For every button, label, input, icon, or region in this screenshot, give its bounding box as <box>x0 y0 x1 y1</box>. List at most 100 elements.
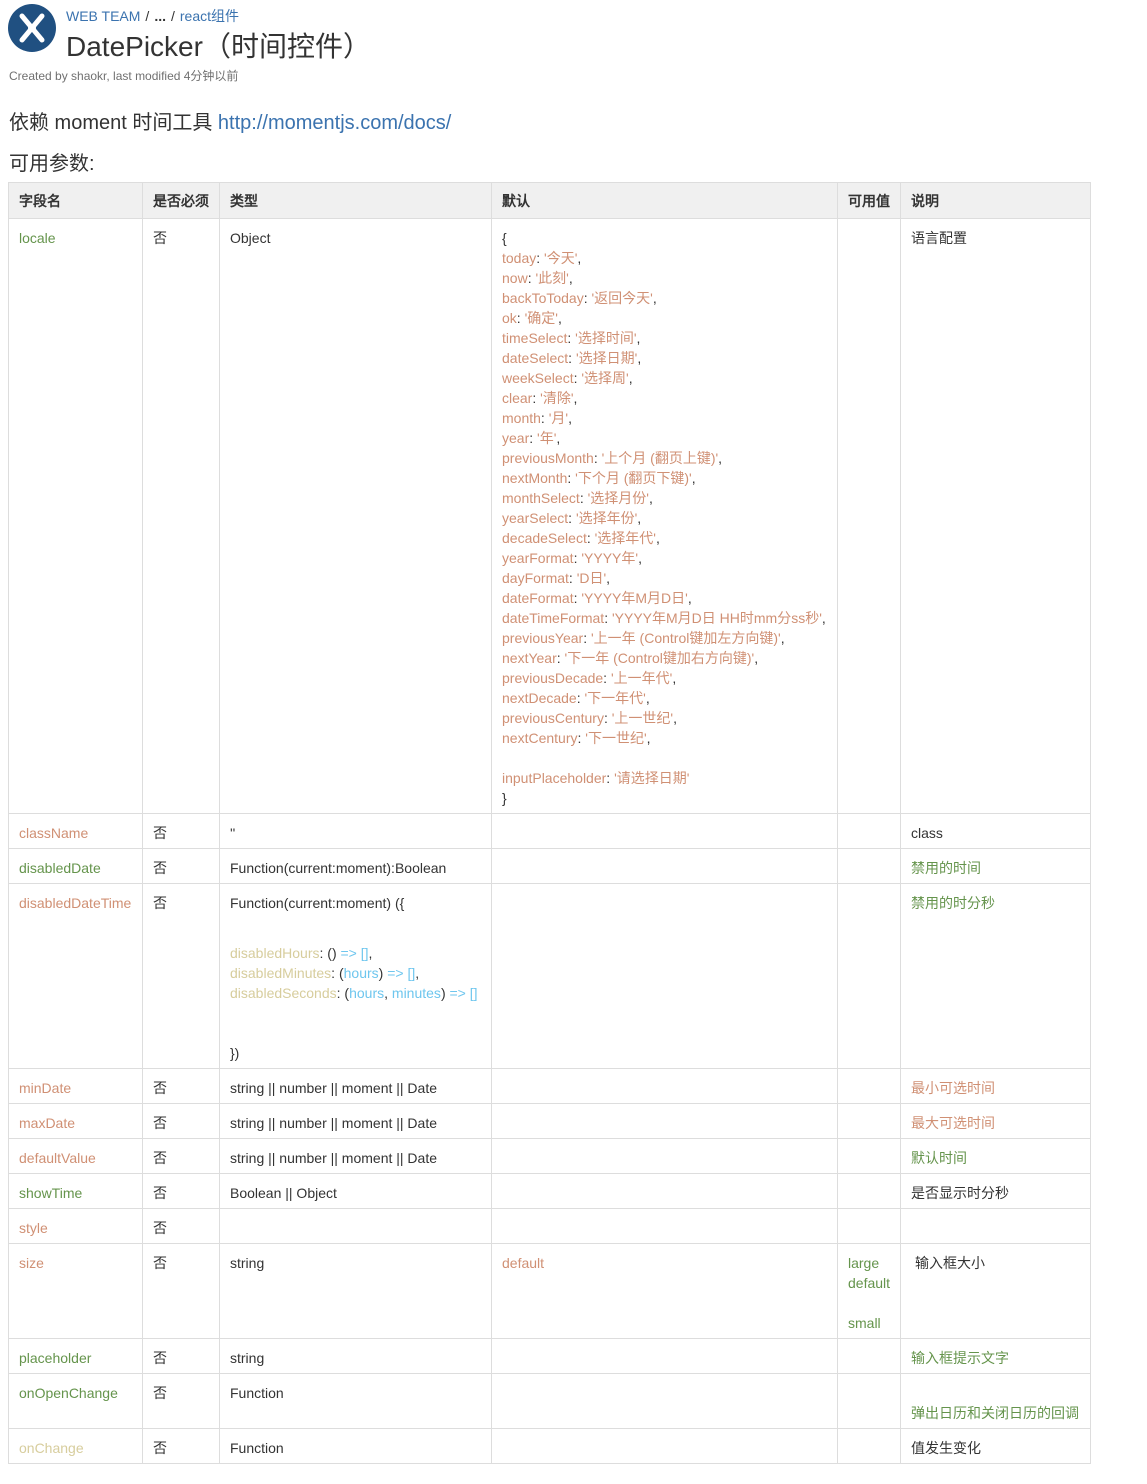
locale-value: '清除' <box>540 390 574 406</box>
required-cell: 否 <box>142 848 220 884</box>
locale-entry: previousDecade: '上一年代', <box>502 670 677 686</box>
field-name: disabledDate <box>8 848 143 884</box>
required-cell: 否 <box>142 1068 220 1104</box>
default-cell <box>491 1208 838 1244</box>
locale-key: yearFormat <box>502 550 574 566</box>
params-table: 字段名 是否必须 类型 默认 可用值 说明 locale 否 Object { … <box>8 182 1091 1464</box>
locale-key: timeSelect <box>502 330 568 346</box>
locale-key: yearSelect <box>502 510 569 526</box>
type-cell: string || number || moment || Date <box>219 1103 492 1139</box>
description-cell: 输入框大小 <box>900 1243 1091 1339</box>
values-cell <box>837 218 901 814</box>
table-row: onOpenChange 否 Function 弹出日历和关闭日历的回调 <box>8 1373 1091 1429</box>
dependency-text: 依赖 moment 时间工具 <box>9 112 218 134</box>
values-cell <box>837 1173 901 1209</box>
locale-value: '请选择日期' <box>614 770 690 786</box>
locale-key: previousYear <box>502 630 584 646</box>
locale-value: 'YYYY年M月D日 HH时mm分ss秒' <box>611 610 822 626</box>
type-close: }) <box>230 1045 240 1061</box>
description-cell: 最小可选时间 <box>900 1068 1091 1104</box>
required-cell: 否 <box>142 1243 220 1339</box>
default-cell: default <box>491 1243 838 1339</box>
locale-key: month <box>502 410 541 426</box>
locale-key: nextDecade <box>502 690 577 706</box>
type-cell: Function(current:moment) ({ disabledHour… <box>219 883 492 1069</box>
breadcrumb-space-link[interactable]: WEB TEAM <box>66 8 140 24</box>
field-name: onChange <box>8 1428 143 1464</box>
locale-entry: dateTimeFormat: 'YYYY年M月D日 HH时mm分ss秒', <box>502 610 826 626</box>
locale-value: '确定' <box>524 310 558 326</box>
locale-value: '年' <box>537 430 557 446</box>
type-cell: Boolean || Object <box>219 1173 492 1209</box>
code-line: disabledHours: () => [], <box>230 945 373 961</box>
locale-entry: dateSelect: '选择日期', <box>502 350 642 366</box>
required-cell: 否 <box>142 813 220 849</box>
values-cell <box>837 1068 901 1104</box>
table-row: disabledDate 否 Function(current:moment):… <box>8 848 1091 884</box>
locale-entry: nextYear: '下一年 (Control键加右方向键)', <box>502 650 759 666</box>
locale-key: previousMonth <box>502 450 594 466</box>
field-name: style <box>8 1208 143 1244</box>
default-cell <box>491 848 838 884</box>
table-row: disabledDateTime 否 Function(current:mome… <box>8 883 1091 1069</box>
locale-value: '上一年 (Control键加左方向键)' <box>591 630 781 646</box>
breadcrumb-ellipsis[interactable]: ... <box>154 8 166 24</box>
locale-key: today <box>502 250 537 266</box>
values-cell <box>837 1103 901 1139</box>
table-row: size 否 string default large default smal… <box>8 1243 1091 1339</box>
type-cell <box>219 1208 492 1244</box>
locale-value: '今天' <box>544 250 578 266</box>
field-name: locale <box>8 218 143 814</box>
locale-entry: decadeSelect: '选择年代', <box>502 530 660 546</box>
page-title: DatePicker（时间控件） <box>66 31 371 62</box>
locale-value: 'D日' <box>576 570 607 586</box>
breadcrumb-separator: / <box>170 8 175 24</box>
required-cell: 否 <box>142 1208 220 1244</box>
breadcrumb-parent-link[interactable]: react组件 <box>180 8 239 24</box>
locale-entry: previousMonth: '上个月 (翻页上键)', <box>502 450 723 466</box>
table-row: onChange 否 Function 值发生变化 <box>8 1428 1091 1464</box>
page-metadata: Created by shaokr, last modified 4分钟以前 <box>9 69 239 83</box>
required-cell: 否 <box>142 1373 220 1429</box>
locale-entry: weekSelect: '选择周', <box>502 370 633 386</box>
description-cell: 禁用的时间 <box>900 848 1091 884</box>
header-type: 类型 <box>219 182 492 219</box>
field-name: className <box>8 813 143 849</box>
header-field-name: 字段名 <box>8 182 143 219</box>
description-cell: 弹出日历和关闭日历的回调 <box>900 1373 1091 1429</box>
locale-value: '下一世纪' <box>585 730 647 746</box>
header-description: 说明 <box>900 182 1091 219</box>
locale-key: inputPlaceholder <box>502 770 607 786</box>
default-cell <box>491 1428 838 1464</box>
field-name: placeholder <box>8 1338 143 1374</box>
values-cell <box>837 1208 901 1244</box>
required-cell: 否 <box>142 1173 220 1209</box>
locale-value: '上一年代' <box>610 670 673 686</box>
code-line: disabledMinutes: (hours) => [], <box>230 965 420 981</box>
table-header-row: 字段名 是否必须 类型 默认 可用值 说明 <box>8 182 1091 219</box>
default-cell <box>491 1338 838 1374</box>
default-cell <box>491 1138 838 1174</box>
locale-value: '下一年 (Control键加右方向键)' <box>564 650 755 666</box>
description-cell: 最大可选时间 <box>900 1103 1091 1139</box>
default-cell <box>491 883 838 1069</box>
space-logo-icon[interactable] <box>8 4 56 52</box>
moment-docs-link[interactable]: http://momentjs.com/docs/ <box>218 112 451 134</box>
code-line: disabledSeconds: (hours, minutes) => [] <box>230 985 478 1001</box>
required-cell: 否 <box>142 218 220 814</box>
description-cell: 值发生变化 <box>900 1428 1091 1464</box>
field-name: onOpenChange <box>8 1373 143 1429</box>
locale-entry: monthSelect: '选择月份', <box>502 490 653 506</box>
description-cell: 语言配置 <box>900 218 1091 814</box>
locale-entry: now: '此刻', <box>502 270 573 286</box>
value-option: default <box>848 1275 891 1291</box>
page-header: WEB TEAM /... / react组件 DatePicker（时间控件） Cr… <box>0 0 1147 88</box>
type-signature: Function(current:moment) ({ <box>230 895 405 911</box>
locale-entry: today: '今天', <box>502 250 582 266</box>
locale-entry: backToToday: '返回今天', <box>502 290 657 306</box>
type-cell: string || number || moment || Date <box>219 1068 492 1104</box>
locale-close-brace: } <box>502 790 507 806</box>
type-cell: Function <box>219 1373 492 1429</box>
locale-entry: nextCentury: '下一世纪', <box>502 730 651 746</box>
